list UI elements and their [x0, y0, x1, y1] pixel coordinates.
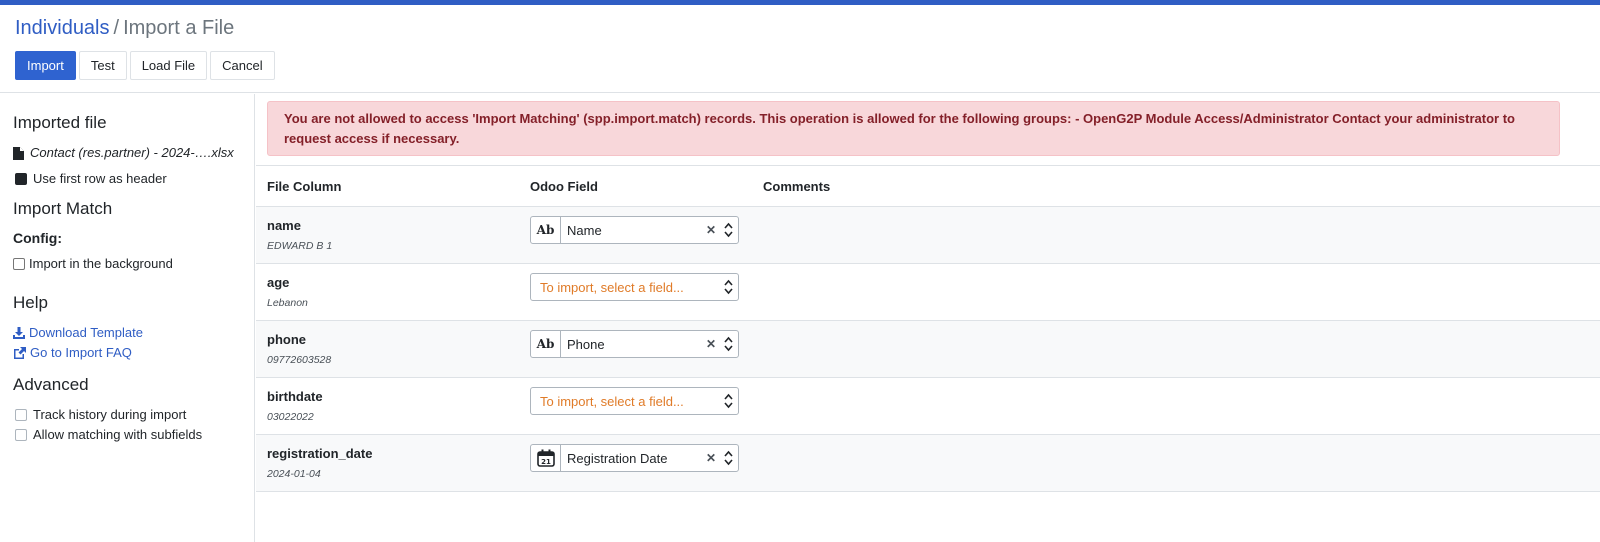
import-button[interactable]: Import	[15, 51, 76, 80]
select-updown-icon	[718, 279, 738, 295]
table-header: File Column Odoo Field Comments	[256, 165, 1600, 207]
select-updown-icon	[718, 450, 738, 466]
breadcrumb-current: Import a File	[123, 17, 235, 39]
select-updown-icon	[718, 336, 738, 352]
breadcrumb-individuals-link[interactable]: Individuals	[15, 17, 110, 39]
column-name: name	[267, 218, 301, 233]
import-background-option[interactable]: Import in the background	[13, 256, 173, 272]
odoo-field-select[interactable]: Ab Name ✕	[530, 216, 739, 244]
column-sample-value: 2024-01-04	[267, 468, 321, 480]
help-title: Help	[13, 293, 48, 312]
column-name: registration_date	[267, 446, 373, 461]
cancel-button[interactable]: Cancel	[210, 51, 275, 80]
imported-file-title: Imported file	[13, 113, 107, 132]
column-sample-value: EDWARD B 1	[267, 240, 333, 252]
file-column-header: File Column	[267, 179, 342, 194]
allow-subfields-option[interactable]: Allow matching with subfields	[15, 427, 202, 443]
action-buttons: Import Test Load File Cancel	[15, 51, 275, 80]
table-row: registration_date 2024-01-04 21 Registratio…	[256, 435, 1600, 492]
odoo-field-select[interactable]: 21 Registration Date ✕	[530, 444, 739, 472]
odoo-field-select[interactable]: Ab Phone ✕	[530, 330, 739, 358]
clear-field-icon[interactable]: ✕	[704, 223, 718, 237]
access-error-alert: You are not allowed to access 'Import Ma…	[267, 101, 1560, 156]
download-icon	[13, 327, 25, 339]
external-link-icon	[14, 347, 26, 359]
imported-file-row: Contact (res.partner) - 2024-….xlsx	[13, 145, 234, 161]
selected-field-value: Phone	[567, 336, 605, 352]
first-row-header-checkbox[interactable]	[15, 173, 27, 185]
config-label: Config:	[13, 230, 62, 246]
first-row-header-option[interactable]: Use first row as header	[15, 171, 167, 187]
download-template-link[interactable]: Download Template	[13, 325, 143, 341]
allow-subfields-label: Allow matching with subfields	[33, 427, 203, 442]
table-row: name EDWARD B 1 Ab Name ✕	[256, 207, 1600, 264]
load-file-button[interactable]: Load File	[129, 51, 208, 80]
select-updown-icon	[718, 222, 738, 238]
import-match-title: Import Match	[13, 199, 113, 218]
column-sample-value: 09772603528	[267, 354, 332, 366]
odoo-field-header: Odoo Field	[530, 179, 598, 194]
import-background-checkbox[interactable]	[13, 258, 25, 270]
column-sample-value: 03022022	[267, 411, 314, 423]
import-options-sidebar: Imported file Contact (res.partner) - 20…	[0, 94, 255, 542]
text-type-icon: Ab	[531, 217, 561, 243]
select-updown-icon	[718, 393, 738, 409]
column-name: phone	[267, 332, 306, 347]
text-type-icon: Ab	[531, 331, 561, 357]
breadcrumb: Individuals / Import a File	[15, 16, 234, 40]
calendar-day-text: 21	[541, 458, 551, 466]
control-panel: Individuals / Import a File Import Test Lo…	[0, 5, 1600, 93]
selected-field-value: Registration Date	[567, 450, 668, 466]
download-template-label[interactable]: Download Template	[29, 325, 143, 341]
comments-header: Comments	[763, 179, 831, 194]
first-row-header-label: Use first row as header	[33, 171, 167, 186]
column-sample-value: Lebanon	[267, 297, 308, 309]
file-icon	[13, 146, 24, 160]
imported-file-name: Contact (res.partner) - 2024-….xlsx	[30, 145, 234, 160]
import-background-label: Import in the background	[29, 256, 173, 271]
table-row: birthdate 03022022 To import, select a fie…	[256, 378, 1600, 435]
calendar-icon: 21	[531, 445, 561, 471]
field-placeholder: To import, select a field...	[540, 393, 684, 409]
import-faq-link[interactable]: Go to Import FAQ	[13, 345, 132, 361]
import-preview: You are not allowed to access 'Import Ma…	[256, 94, 1600, 542]
column-name: age	[267, 275, 290, 290]
clear-field-icon[interactable]: ✕	[704, 451, 718, 465]
advanced-title: Advanced	[13, 375, 89, 394]
field-placeholder: To import, select a field...	[540, 279, 684, 295]
column-mapping-table: File Column Odoo Field Comments name EDWA…	[256, 165, 1600, 492]
table-row: phone 09772603528 Ab Phone ✕	[256, 321, 1600, 378]
track-history-label: Track history during import	[33, 407, 187, 422]
track-history-option[interactable]: Track history during import	[15, 407, 186, 423]
allow-subfields-checkbox[interactable]	[15, 429, 27, 441]
selected-field-value: Name	[567, 222, 602, 238]
odoo-field-select[interactable]: To import, select a field...	[530, 387, 739, 415]
import-faq-label[interactable]: Go to Import FAQ	[30, 345, 132, 361]
test-button[interactable]: Test	[78, 51, 127, 80]
table-body: name EDWARD B 1 Ab Name ✕ age Lebanon To import…	[256, 207, 1600, 492]
odoo-field-select[interactable]: To import, select a field...	[530, 273, 739, 301]
breadcrumb-separator: /	[113, 17, 120, 39]
clear-field-icon[interactable]: ✕	[704, 337, 718, 351]
track-history-checkbox[interactable]	[15, 409, 27, 421]
table-row: age Lebanon To import, select a field...	[256, 264, 1600, 321]
column-name: birthdate	[267, 389, 323, 404]
